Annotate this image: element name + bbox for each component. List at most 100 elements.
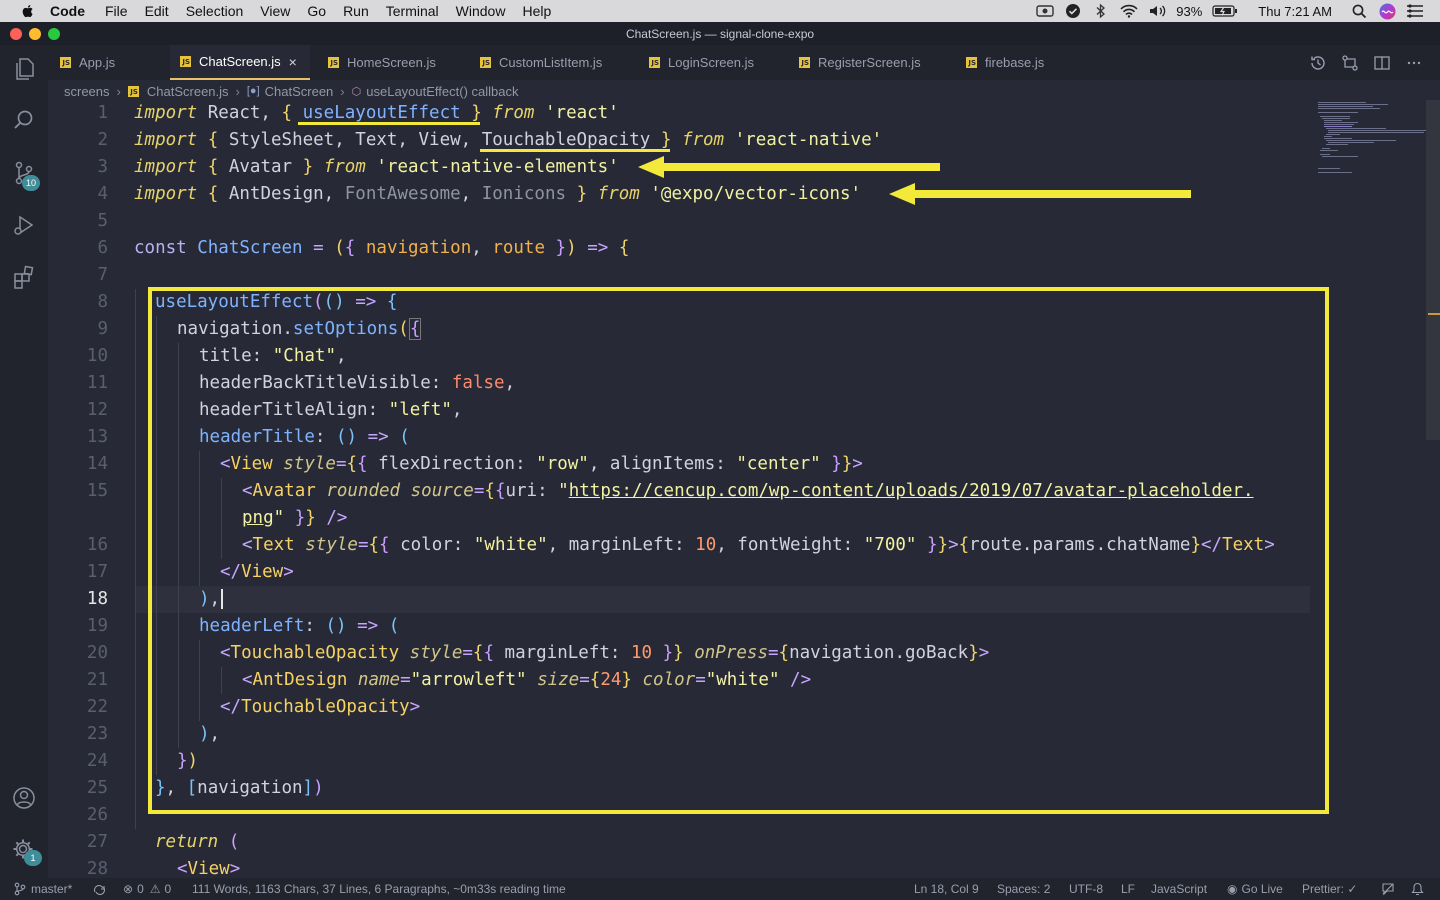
line-number: 8	[97, 292, 108, 312]
menu-help[interactable]: Help	[522, 0, 551, 22]
menu-edit[interactable]: Edit	[145, 0, 169, 22]
screen-recorder-icon[interactable]	[1036, 3, 1054, 19]
language-mode[interactable]: JavaScript	[1151, 878, 1207, 900]
line-number: 20	[86, 643, 108, 663]
line-number: 26	[86, 805, 108, 825]
source-control-icon[interactable]: 10	[0, 149, 48, 197]
indentation[interactable]: Spaces: 2	[997, 878, 1050, 900]
timeline-history-icon[interactable]	[1309, 54, 1327, 72]
js-file-icon: JS	[966, 57, 977, 68]
menu-window[interactable]: Window	[456, 0, 506, 22]
indent-guide	[135, 289, 136, 829]
tab-label: LoginScreen.js	[668, 55, 754, 70]
annotation-highlight-box	[148, 287, 1329, 814]
menu-view[interactable]: View	[260, 0, 290, 22]
tab-loginscreen-js[interactable]: JS LoginScreen.js	[649, 45, 789, 80]
tab-app-js[interactable]: JS App.js	[60, 45, 170, 80]
siri-icon[interactable]	[1378, 3, 1396, 19]
git-branch-item[interactable]: master*	[14, 878, 72, 900]
extensions-icon[interactable]	[0, 253, 48, 301]
bluetooth-icon[interactable]	[1092, 3, 1110, 19]
tab-label: firebase.js	[985, 55, 1045, 70]
tab-firebase-js[interactable]: JS firebase.js	[966, 45, 1086, 80]
symbol-variable-icon: [●]	[246, 85, 260, 97]
search-icon[interactable]	[0, 96, 48, 144]
prettier-status[interactable]: Prettier: ✓	[1302, 878, 1357, 900]
vertical-scrollbar[interactable]	[1426, 100, 1440, 440]
breadcrumb-callback[interactable]: useLayoutEffect() callback	[366, 84, 518, 99]
word-count[interactable]: 111 Words, 1163 Chars, 37 Lines, 6 Parag…	[192, 878, 566, 900]
close-tab-icon[interactable]: ×	[289, 54, 297, 70]
wifi-icon[interactable]	[1120, 3, 1138, 19]
chevron-right-icon: ›	[340, 83, 345, 99]
go-live-button[interactable]: ◉ Go Live	[1227, 878, 1283, 900]
file-encoding[interactable]: UTF-8	[1069, 878, 1103, 900]
tab-label: RegisterScreen.js	[818, 55, 921, 70]
breadcrumb-symbol[interactable]: ChatScreen	[265, 84, 334, 99]
minimize-window-button[interactable]	[29, 28, 41, 40]
error-count: 0	[137, 882, 144, 896]
account-icon[interactable]	[0, 774, 48, 822]
apple-icon[interactable]	[20, 3, 36, 19]
breadcrumb: screens › JS ChatScreen.js › [●] ChatScr…	[64, 81, 518, 101]
spotlight-search-icon[interactable]	[1350, 3, 1368, 19]
window-title: ChatScreen.js — signal-clone-expo	[625, 26, 815, 41]
run-debug-icon[interactable]	[0, 201, 48, 249]
warning-count: 0	[164, 882, 172, 896]
explorer-icon[interactable]	[0, 45, 48, 93]
window-titlebar: ChatScreen.js — signal-clone-expo	[0, 22, 1440, 45]
tab-label: CustomListItem.js	[499, 55, 603, 70]
battery-icon[interactable]	[1212, 3, 1238, 19]
menu-file[interactable]: File	[105, 0, 128, 22]
feedback-icon[interactable]	[1381, 878, 1395, 900]
tab-homescreen-js[interactable]: JS HomeScreen.js	[328, 45, 468, 80]
minimap[interactable]	[1316, 100, 1426, 180]
settings-update-badge: 1	[24, 850, 42, 866]
breadcrumb-folder[interactable]: screens	[64, 84, 110, 99]
annotation-arrow	[889, 183, 1191, 205]
activity-bar: 10 1	[0, 45, 48, 878]
menu-go[interactable]: Go	[307, 0, 326, 22]
notifications-bell-icon[interactable]	[1411, 878, 1424, 900]
broadcast-icon: ◉	[1227, 882, 1238, 896]
menubar-status-area: 93% Thu 7:21 AM	[1036, 0, 1440, 22]
open-changes-icon[interactable]	[1341, 54, 1359, 72]
line-number: 13	[86, 427, 108, 447]
js-file-icon: JS	[649, 57, 660, 68]
macos-menubar: Code File Edit Selection View Go Run Ter…	[0, 0, 1440, 22]
line-number: 17	[86, 562, 108, 582]
menu-terminal[interactable]: Terminal	[386, 0, 439, 22]
sync-icon[interactable]	[92, 878, 107, 900]
control-center-icon[interactable]	[1406, 3, 1424, 19]
end-of-line[interactable]: LF	[1121, 878, 1135, 900]
tab-chatscreen-js[interactable]: JS ChatScreen.js ×	[170, 45, 310, 80]
cursor-position[interactable]: Ln 18, Col 9	[914, 878, 979, 900]
battery-percent: 93%	[1176, 3, 1203, 19]
js-file-icon: JS	[127, 85, 139, 97]
check-circle-icon[interactable]	[1064, 3, 1082, 19]
problems-item[interactable]: ⊗ 0 ⚠ 0	[123, 878, 171, 900]
tab-customlistitem-js[interactable]: JS CustomListItem.js	[480, 45, 635, 80]
split-editor-icon[interactable]	[1373, 54, 1391, 72]
line-number: 9	[97, 319, 108, 339]
breadcrumb-file[interactable]: ChatScreen.js	[147, 84, 229, 99]
line-number: 1	[97, 103, 108, 123]
maximize-window-button[interactable]	[48, 28, 60, 40]
line-number: 3	[97, 157, 108, 177]
line-number: 10	[86, 346, 108, 366]
settings-gear-icon[interactable]: 1	[0, 826, 48, 874]
line-number: 7	[97, 265, 108, 285]
line-number: 19	[86, 616, 108, 636]
line-number: 6	[97, 238, 108, 258]
line-number: 25	[86, 778, 108, 798]
menu-run[interactable]: Run	[343, 0, 369, 22]
more-actions-icon[interactable]	[1405, 54, 1423, 72]
volume-icon[interactable]	[1148, 3, 1166, 19]
menu-selection[interactable]: Selection	[186, 0, 244, 22]
menu-app-name[interactable]: Code	[50, 0, 85, 22]
close-window-button[interactable]	[10, 28, 22, 40]
scrollbar-position-marker	[1428, 313, 1440, 315]
line-number: 22	[86, 697, 108, 717]
menubar-clock[interactable]: Thu 7:21 AM	[1258, 4, 1332, 19]
tab-registerscreen-js[interactable]: JS RegisterScreen.js	[799, 45, 949, 80]
